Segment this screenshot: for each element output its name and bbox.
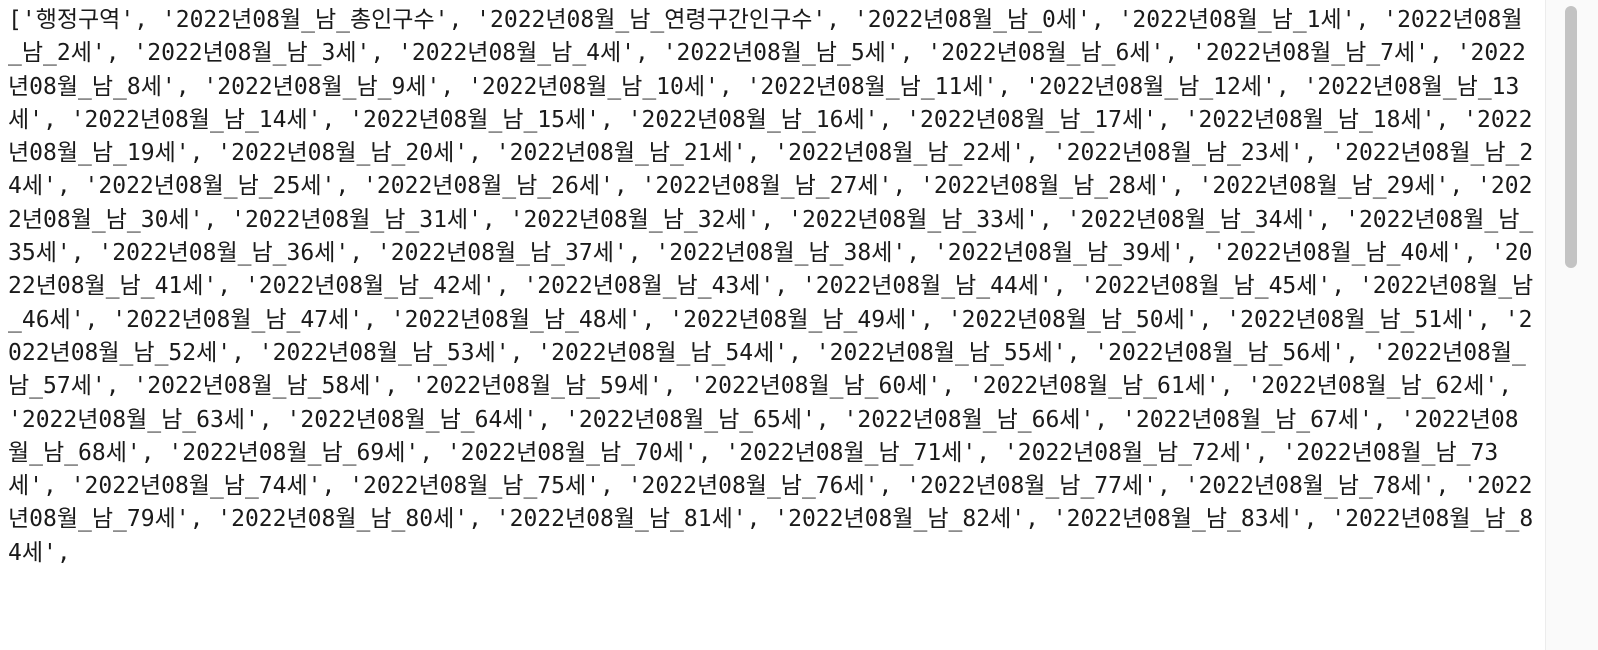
scrollbar-thumb[interactable]: [1565, 6, 1577, 268]
vertical-scrollbar[interactable]: [1545, 0, 1598, 650]
code-output-window: ['행정구역', '2022년08월_남_총인구수', '2022년08월_남_…: [0, 0, 1598, 650]
printed-list-output: ['행정구역', '2022년08월_남_총인구수', '2022년08월_남_…: [8, 7, 1534, 566]
output-area: ['행정구역', '2022년08월_남_총인구수', '2022년08월_남_…: [0, 0, 1540, 650]
